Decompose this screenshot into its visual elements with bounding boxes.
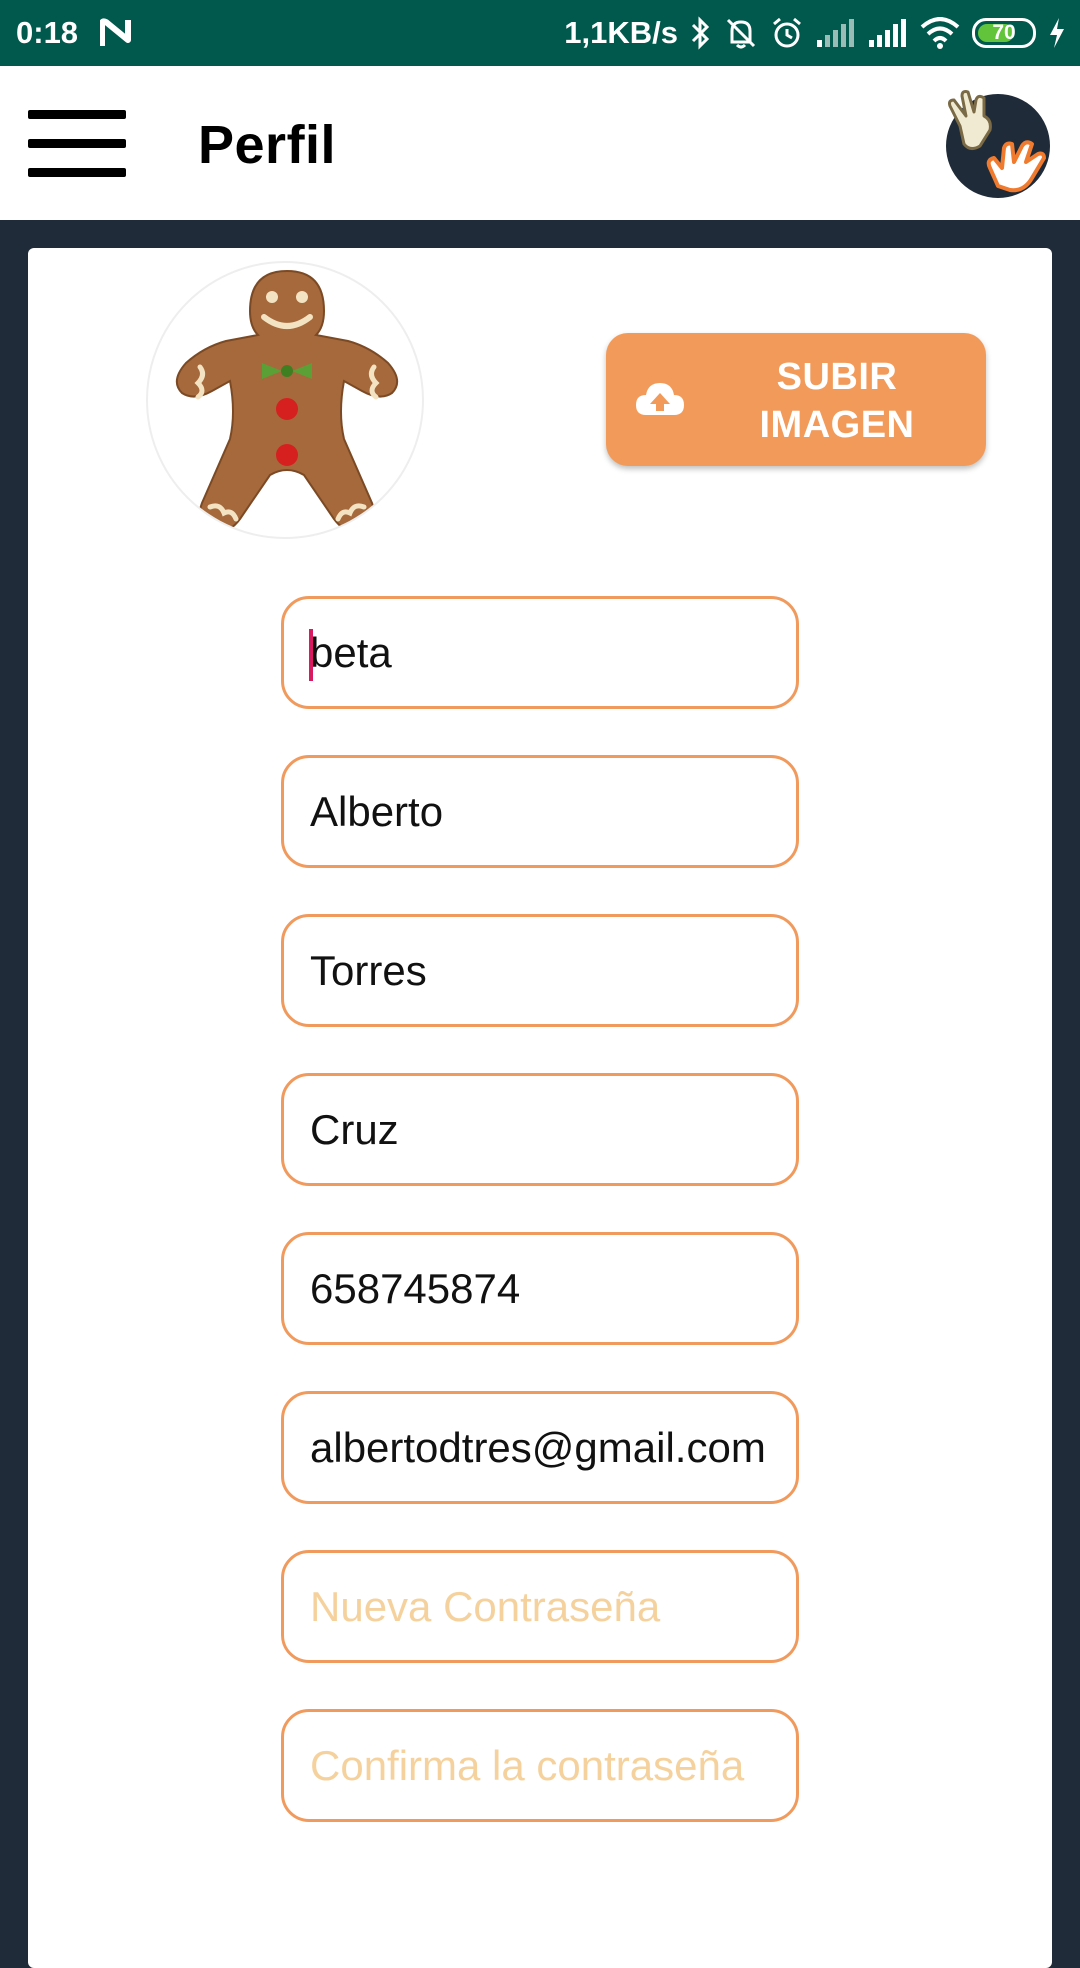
bell-off-icon	[724, 16, 758, 50]
n-notification-icon	[100, 18, 134, 48]
upload-image-label: SUBIR IMAGEN	[759, 356, 915, 446]
second-last-name-field[interactable]	[281, 1073, 799, 1186]
charging-icon	[1048, 17, 1066, 49]
email-field[interactable]	[281, 1391, 799, 1504]
wifi-icon	[920, 17, 960, 49]
last-name-field[interactable]	[281, 914, 799, 1027]
last-name-input[interactable]	[284, 917, 796, 1024]
gingerbread-avatar-icon[interactable]	[146, 261, 424, 539]
email-input[interactable]	[284, 1394, 796, 1501]
signal-icon	[868, 18, 908, 48]
page-title: Perfil	[198, 115, 337, 175]
text-cursor	[309, 629, 313, 681]
new-password-field[interactable]	[281, 1550, 799, 1663]
cloud-upload-icon	[634, 377, 686, 421]
upload-image-button[interactable]: SUBIR IMAGEN	[606, 333, 986, 466]
username-field[interactable]	[281, 596, 799, 709]
first-name-field[interactable]	[281, 755, 799, 868]
confirm-password-input[interactable]	[284, 1712, 796, 1819]
battery-icon: 70	[972, 18, 1036, 48]
network-speed: 1,1KB/s	[564, 15, 678, 50]
phone-field[interactable]	[281, 1232, 799, 1345]
alarm-icon	[770, 16, 804, 50]
hands-logo-icon	[940, 86, 1052, 198]
bluetooth-icon	[690, 16, 712, 50]
second-last-name-input[interactable]	[284, 1076, 796, 1183]
username-input[interactable]	[284, 599, 796, 706]
app-bar: Perfil	[0, 66, 1080, 220]
first-name-input[interactable]	[284, 758, 796, 865]
status-time: 0:18	[16, 15, 79, 50]
confirm-password-field[interactable]	[281, 1709, 799, 1822]
new-password-input[interactable]	[284, 1553, 796, 1660]
status-bar: 0:18 1,1KB/s 70	[0, 0, 1080, 66]
signal-icon	[816, 18, 856, 48]
battery-level: 70	[992, 21, 1016, 44]
hamburger-menu-icon[interactable]	[28, 110, 126, 178]
phone-input[interactable]	[284, 1235, 796, 1342]
